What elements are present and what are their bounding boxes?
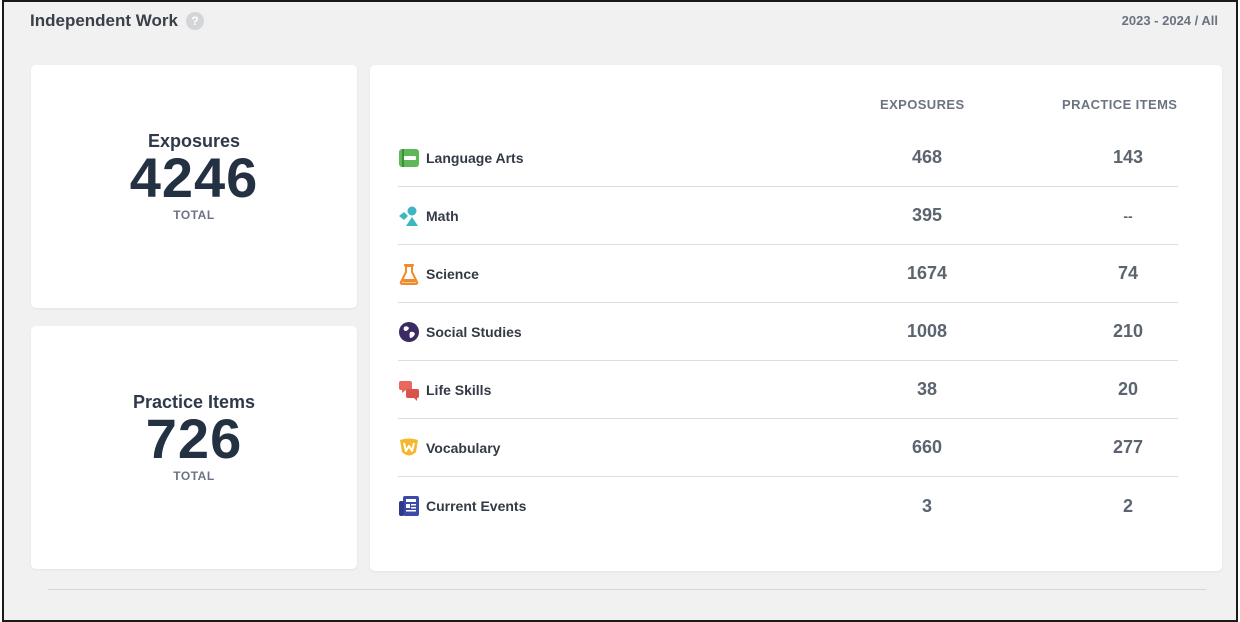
practice-items-summary-card: Practice Items 726 TOTAL xyxy=(31,326,357,569)
subject-name: Science xyxy=(426,265,479,282)
practice-items-value: 74 xyxy=(1117,263,1139,283)
exposures-value: 395 xyxy=(911,205,943,225)
table-row-vocabulary[interactable]: Vocabulary 660 277 xyxy=(398,419,1178,477)
help-icon[interactable]: ? xyxy=(185,12,204,30)
subject-name: Math xyxy=(426,207,459,224)
practice-items-value: 210 xyxy=(1112,321,1144,341)
exposures-total-value: 4246 xyxy=(129,146,259,209)
table-row-current-events[interactable]: Current Events 3 2 xyxy=(398,477,1178,535)
practice-items-value: 2 xyxy=(1122,495,1133,516)
practice-items-total-value: 726 xyxy=(145,407,243,470)
exposures-value: 38 xyxy=(916,379,938,399)
globe-icon xyxy=(399,321,419,342)
table-row-math[interactable]: Math 395 -- xyxy=(398,187,1178,245)
subject-name: Current Events xyxy=(426,498,527,514)
subject-name: Vocabulary xyxy=(426,439,501,456)
practice-items-value: -- xyxy=(1123,207,1133,224)
divider xyxy=(48,589,1206,590)
newspaper-icon xyxy=(399,496,419,516)
panel-title: Independent Work xyxy=(30,11,178,30)
panel-header: Independent Work ? xyxy=(30,11,204,31)
practice-items-value: 143 xyxy=(1112,147,1144,167)
exposures-summary-card: Exposures 4246 TOTAL xyxy=(31,65,357,308)
exposures-value: 468 xyxy=(911,147,943,167)
shapes-icon xyxy=(399,206,418,226)
book-icon xyxy=(399,148,419,167)
column-header-practice-items: PRACTICE ITEMS xyxy=(1062,97,1178,112)
practice-items-value: 20 xyxy=(1117,379,1139,399)
subject-name: Social Studies xyxy=(426,323,522,340)
table-row-science[interactable]: Science 1674 74 xyxy=(398,245,1178,303)
w-badge-icon xyxy=(400,438,418,455)
exposures-value: 3 xyxy=(921,495,932,516)
exposures-value: 1674 xyxy=(906,263,948,283)
independent-work-panel: Independent Work ? 2023 - 2024 / All Exp… xyxy=(2,0,1238,622)
practice-items-total-caption: TOTAL xyxy=(173,469,215,483)
chat-bubbles-icon xyxy=(399,380,419,401)
exposures-value: 660 xyxy=(911,437,943,457)
exposures-total-caption: TOTAL xyxy=(173,208,215,222)
exposures-value: 1008 xyxy=(906,321,948,341)
practice-items-value: 277 xyxy=(1112,437,1144,457)
table-row-language-arts[interactable]: Language Arts 468 143 xyxy=(398,129,1178,187)
subject-rows: Language Arts 468 143 Math 395 -- Scienc… xyxy=(398,129,1178,535)
table-row-life-skills[interactable]: Life Skills 38 20 xyxy=(398,361,1178,419)
period-filter[interactable]: 2023 - 2024 / All xyxy=(1122,13,1218,28)
subject-name: Life Skills xyxy=(426,381,492,398)
flask-icon xyxy=(399,263,419,285)
subject-breakdown-table: EXPOSURES PRACTICE ITEMS Language Arts 4… xyxy=(370,65,1222,571)
subject-name: Language Arts xyxy=(426,149,524,166)
column-header-exposures: EXPOSURES xyxy=(880,97,965,112)
table-row-social-studies[interactable]: Social Studies 1008 210 xyxy=(398,303,1178,361)
